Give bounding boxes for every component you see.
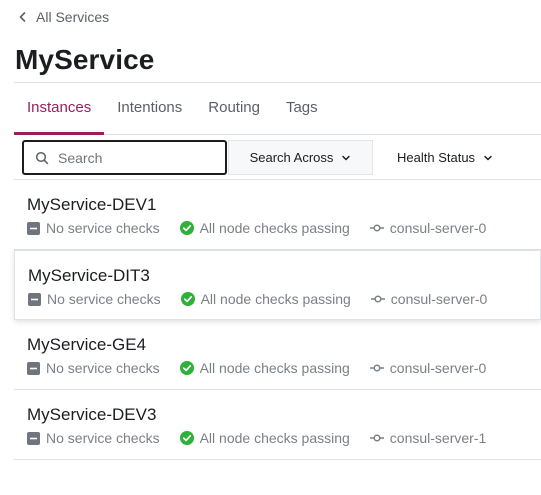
check-circle-icon [179, 221, 194, 235]
search-input[interactable] [58, 149, 208, 166]
instance-name: MyService-DIT3 [28, 266, 150, 285]
check-circle-icon [179, 431, 194, 445]
service-checks-status: No service checks [28, 291, 161, 307]
node-name: consul-server-1 [369, 430, 486, 446]
instance-meta: No service checks All node checks passin… [27, 220, 506, 236]
back-link-label: All Services [36, 9, 110, 25]
instance-meta: No service checks All node checks passin… [27, 360, 506, 376]
instance-name: MyService-GE4 [27, 335, 147, 354]
chevron-down-icon [342, 155, 351, 160]
instance-name: MyService-DEV1 [27, 195, 157, 214]
instance-row[interactable]: MyService-DEV3 No service checks All nod… [14, 390, 541, 460]
tab-bar: Instances Intentions Routing Tags [14, 83, 541, 135]
tab-instances[interactable]: Instances [14, 83, 105, 135]
back-to-all-services-link[interactable]: All Services [16, 9, 109, 25]
node-name: consul-server-0 [369, 360, 486, 376]
health-status-dropdown[interactable]: Health Status [397, 140, 517, 175]
search-across-label: Search Across [249, 150, 334, 165]
node-checks-status: All node checks passing [180, 291, 351, 307]
node-name: consul-server-0 [369, 220, 486, 236]
node-checks-status: All node checks passing [179, 360, 350, 376]
instance-name: MyService-DEV3 [27, 405, 157, 424]
node-icon [369, 364, 384, 372]
instance-row[interactable]: MyService-DIT3 No service checks All nod… [14, 250, 541, 320]
node-checks-status: All node checks passing [179, 430, 350, 446]
filter-toolbar: Search Across Health Status [14, 135, 541, 180]
node-checks-status: All node checks passing [179, 220, 350, 236]
service-checks-status: No service checks [27, 220, 160, 236]
instance-meta: No service checks All node checks passin… [27, 430, 506, 446]
page-title: MyService [15, 44, 155, 75]
instance-meta: No service checks All node checks passin… [28, 291, 507, 307]
tab-intentions[interactable]: Intentions [104, 83, 195, 134]
node-icon [370, 295, 385, 303]
search-icon [35, 151, 49, 164]
check-circle-icon [180, 292, 195, 306]
node-icon [369, 224, 384, 232]
minus-square-icon [27, 221, 40, 235]
service-checks-status: No service checks [27, 430, 160, 446]
service-checks-status: No service checks [27, 360, 160, 376]
minus-square-icon [27, 361, 40, 375]
tab-routing[interactable]: Routing [195, 83, 273, 134]
minus-square-icon [27, 431, 40, 445]
minus-square-icon [28, 292, 41, 306]
check-circle-icon [179, 361, 194, 375]
health-status-label: Health Status [397, 150, 476, 165]
search-box[interactable] [22, 140, 227, 175]
node-name: consul-server-0 [370, 291, 487, 307]
instance-row[interactable]: MyService-GE4 No service checks All node… [14, 320, 541, 390]
node-icon [369, 434, 384, 442]
instance-row[interactable]: MyService-DEV1 No service checks All nod… [14, 180, 541, 250]
chevron-down-icon [484, 155, 492, 160]
search-across-dropdown[interactable]: Search Across [228, 140, 373, 175]
instance-list: MyService-DEV1 No service checks All nod… [14, 180, 541, 460]
chevron-left-icon [19, 12, 26, 22]
tab-tags[interactable]: Tags [273, 83, 331, 134]
